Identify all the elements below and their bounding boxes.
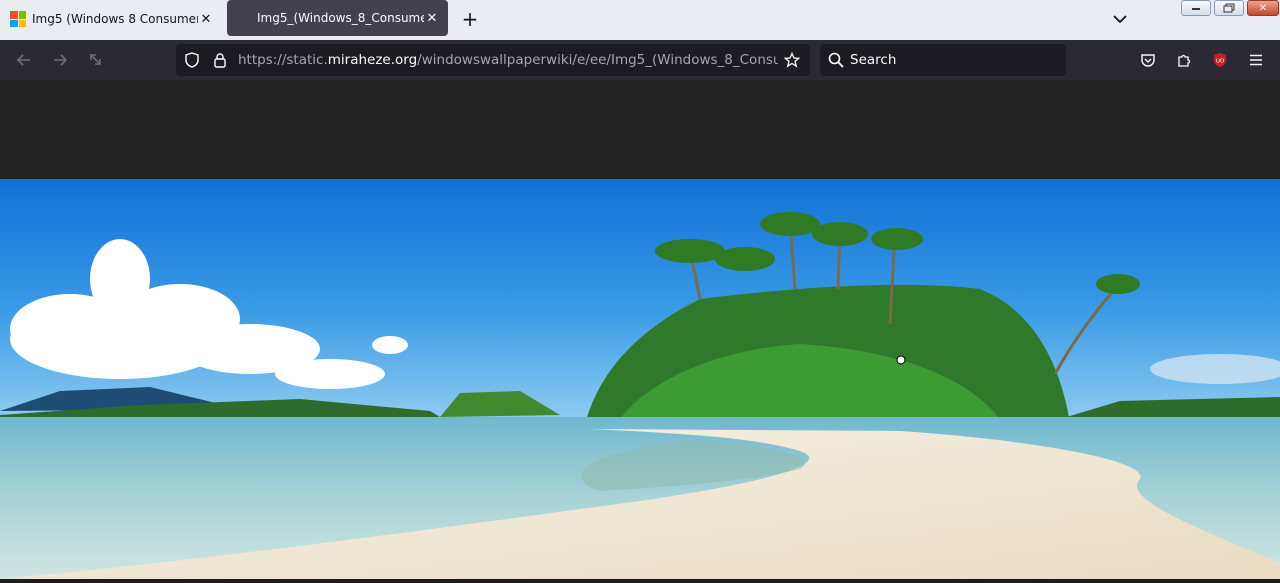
restore-window-button[interactable] (1214, 0, 1244, 16)
page-content (0, 80, 1280, 579)
arrow-right-icon (54, 54, 68, 66)
extensions-button[interactable] (1172, 48, 1196, 72)
ublock-icon: UO (1214, 53, 1226, 67)
tab-img5-original[interactable]: Img5 (Windows 8 Consumer Pr ✕ (2, 0, 222, 38)
restore-icon (1223, 3, 1235, 13)
hamburger-icon (1250, 54, 1262, 66)
navigation-toolbar: https://static.miraheze.org/windowswallp… (0, 40, 1280, 80)
chevron-down-icon (1113, 15, 1127, 24)
address-bar[interactable]: https://static.miraheze.org/windowswallp… (176, 44, 810, 76)
search-icon (828, 52, 844, 68)
forward-button[interactable] (48, 48, 72, 72)
minimize-window-button[interactable] (1181, 0, 1211, 16)
back-button[interactable] (12, 48, 36, 72)
ublock-button[interactable]: UO (1208, 48, 1232, 72)
app-menu-button[interactable] (1244, 48, 1268, 72)
minimize-icon (1192, 8, 1200, 10)
close-tab-icon[interactable]: ✕ (198, 11, 214, 27)
star-icon[interactable] (784, 52, 800, 68)
tab-img5-active[interactable]: Img5_(Windows_8_Consumer_P ✕ (227, 0, 448, 36)
search-placeholder: Search (850, 52, 897, 68)
tab-label: Img5 (Windows 8 Consumer Pr (32, 12, 198, 26)
tab-label: Img5_(Windows_8_Consumer_P (257, 11, 424, 25)
arrow-left-icon (16, 54, 30, 66)
shield-icon[interactable] (184, 52, 200, 68)
wallpaper-image[interactable] (0, 179, 1280, 579)
search-bar[interactable]: Search (820, 44, 1066, 76)
reload-button[interactable] (84, 48, 108, 72)
close-window-button[interactable]: ✕ (1247, 0, 1279, 16)
tab-strip: Img5 (Windows 8 Consumer Pr ✕ Img5_(Wind… (0, 0, 1280, 40)
url-text[interactable]: https://static.miraheze.org/windowswallp… (238, 52, 778, 68)
pocket-icon (1141, 54, 1155, 67)
tropical-island-image[interactable] (0, 179, 1280, 579)
url-path: /windowswallpaperwiki/e/ee/Img5_(Windows… (417, 52, 778, 68)
url-host: miraheze.org (327, 52, 418, 68)
url-prefix: https://static. (238, 52, 328, 68)
close-tab-icon[interactable]: ✕ (424, 10, 440, 26)
pocket-button[interactable] (1136, 48, 1160, 72)
svg-text:UO: UO (1216, 59, 1225, 65)
list-all-tabs-button[interactable] (1108, 7, 1132, 31)
windows-logo-icon (10, 11, 26, 27)
new-tab-button[interactable]: + (458, 7, 482, 31)
lock-icon[interactable] (212, 52, 228, 68)
reload-icon (90, 54, 101, 65)
puzzle-icon (1178, 54, 1191, 67)
